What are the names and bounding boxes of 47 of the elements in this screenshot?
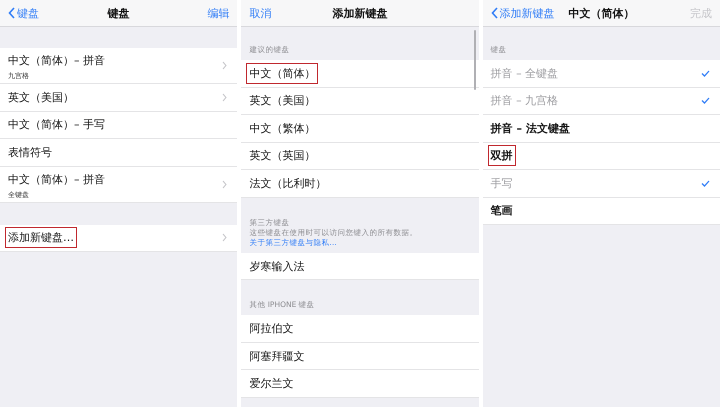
keyboard-name: 中文（简体）– 拼音	[7, 172, 106, 188]
keyboard-name: 阿拉伯文	[248, 321, 294, 337]
checkmark-icon	[700, 70, 710, 77]
nav-action-button[interactable]: 编辑	[207, 6, 230, 20]
keyboard-name: 表情符号	[7, 144, 53, 161]
keyboard-name: 笔画	[490, 203, 514, 220]
keyboard-name: 英文（美国）	[248, 93, 316, 110]
navigation-title: 键盘	[108, 6, 130, 20]
keyboard-list-item[interactable]: 表情符号	[0, 139, 238, 166]
keyboard-name: 中文（繁体）	[248, 120, 316, 137]
checkmark-icon	[700, 180, 710, 187]
keyboard-name: 阿塞拜疆文	[248, 348, 306, 364]
keyboard-list-item[interactable]: 阿塞拜疆文	[241, 342, 479, 370]
keyboard-name: 拼音 – 九宫格	[490, 93, 560, 110]
keyboard-name: 双拼	[488, 145, 516, 166]
keyboard-list-item[interactable]: 法文（比利时）	[241, 170, 479, 198]
keyboard-name: 中文（简体）– 拼音	[7, 53, 106, 69]
keyboard-list-item[interactable]: 中文（简体）– 手写	[0, 112, 238, 139]
keyboard-name: 添加新键盘…	[5, 227, 77, 248]
keyboard-list-item[interactable]: 添加新键盘…	[0, 224, 238, 252]
keyboard-list-item[interactable]: 岁寒输入法	[241, 252, 479, 280]
back-button[interactable]: 添加新键盘	[490, 6, 555, 20]
keyboard-list-item[interactable]: 爱尔兰文	[241, 370, 479, 398]
navigation-title: 中文（简体）	[568, 6, 634, 20]
keyboard-list-item[interactable]: 中文（简体）	[241, 60, 479, 88]
back-button[interactable]: 取消	[249, 6, 272, 20]
keyboard-name: 法文（比利时）	[248, 176, 328, 192]
keyboard-name: 拼音 – 全键盘	[490, 66, 560, 82]
keyboard-list-item[interactable]: 中文（繁体）	[241, 115, 479, 142]
keyboard-list-item[interactable]: 英文（美国）	[241, 88, 479, 115]
checkmark-icon	[700, 97, 710, 104]
keyboard-list-item[interactable]: 阿拉伯文	[241, 315, 479, 343]
back-button[interactable]: 键盘	[8, 6, 39, 20]
keyboard-name: 岁寒输入法	[248, 258, 306, 274]
keyboard-list-item[interactable]: 双拼	[482, 142, 720, 170]
keyboard-name: 爱尔兰文	[248, 376, 294, 392]
keyboard-name: 英文（英国）	[248, 148, 316, 164]
keyboard-name: 中文（简体）	[246, 62, 318, 84]
keyboard-name: 手写	[490, 176, 514, 192]
keyboard-list-item[interactable]: 英文（美国）	[0, 84, 238, 112]
navigation-title: 添加新键盘	[332, 6, 388, 20]
keyboard-list-item[interactable]: 笔画	[482, 198, 720, 225]
keyboard-name: 中文（简体）– 手写	[7, 117, 106, 134]
keyboard-name: 英文（美国）	[7, 90, 75, 106]
keyboard-name: 拼音 – 法文键盘	[489, 120, 571, 137]
keyboard-list-item[interactable]: 英文（英国）	[241, 142, 479, 170]
keyboard-list-item[interactable]: 拼音 – 法文键盘	[482, 115, 720, 142]
